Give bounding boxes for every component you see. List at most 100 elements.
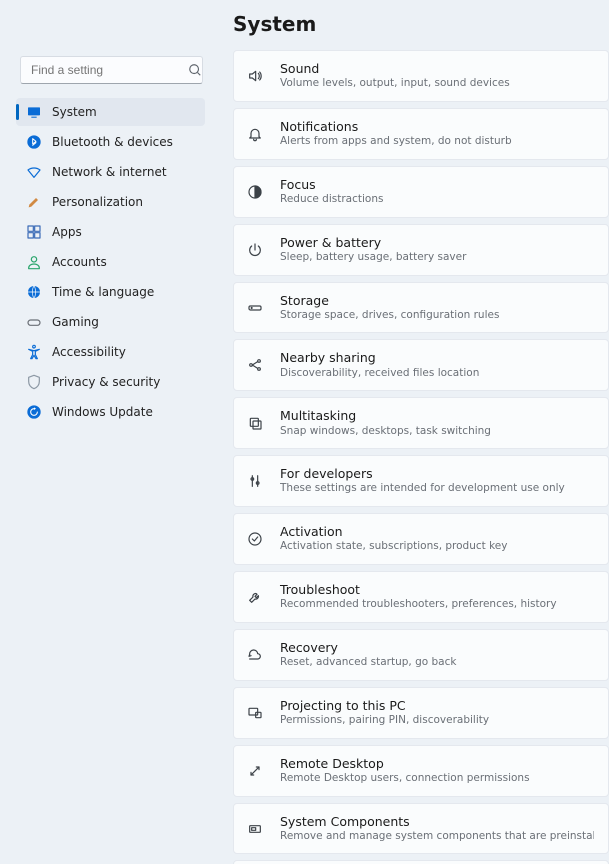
- sidebar-item-time[interactable]: Time & language: [16, 278, 205, 306]
- bell-icon: [246, 125, 264, 143]
- setting-troubleshoot[interactable]: TroubleshootRecommended troubleshooters,…: [233, 571, 609, 623]
- sidebar-item-label: Apps: [52, 225, 82, 239]
- setting-subtitle: Remote Desktop users, connection permiss…: [280, 772, 594, 786]
- setting-title: System Components: [280, 814, 594, 830]
- setting-subtitle: Permissions, pairing PIN, discoverabilit…: [280, 714, 594, 728]
- setting-project[interactable]: Projecting to this PCPermissions, pairin…: [233, 687, 609, 739]
- setting-subtitle: Activation state, subscriptions, product…: [280, 540, 594, 554]
- setting-title: Activation: [280, 524, 594, 540]
- setting-title: For developers: [280, 466, 594, 482]
- setting-text: MultitaskingSnap windows, desktops, task…: [280, 408, 594, 438]
- setting-activation[interactable]: ActivationActivation state, subscription…: [233, 513, 609, 565]
- search-icon: [188, 63, 202, 77]
- remote-icon: [246, 762, 264, 780]
- setting-recovery[interactable]: RecoveryReset, advanced startup, go back: [233, 629, 609, 681]
- setting-notifications[interactable]: NotificationsAlerts from apps and system…: [233, 108, 609, 160]
- setting-remote[interactable]: Remote DesktopRemote Desktop users, conn…: [233, 745, 609, 797]
- setting-subtitle: Reduce distractions: [280, 193, 594, 207]
- sidebar-nav: System Bluetooth & devices Network & inter…: [6, 98, 209, 426]
- power-icon: [246, 241, 264, 259]
- search-input[interactable]: [29, 62, 188, 78]
- sidebar-item-gaming[interactable]: Gaming: [16, 308, 205, 336]
- sidebar: System Bluetooth & devices Network & inter…: [0, 0, 215, 864]
- setting-subtitle: These settings are intended for developm…: [280, 482, 594, 496]
- update-icon: [26, 404, 42, 420]
- check-circle-icon: [246, 530, 264, 548]
- sidebar-item-label: Privacy & security: [52, 375, 160, 389]
- setting-title: Troubleshoot: [280, 582, 594, 598]
- setting-text: Projecting to this PCPermissions, pairin…: [280, 698, 594, 728]
- globe-icon: [26, 284, 42, 300]
- setting-nearby[interactable]: Nearby sharingDiscoverability, received …: [233, 339, 609, 391]
- project-icon: [246, 704, 264, 722]
- wrench-icon: [246, 588, 264, 606]
- bluetooth-icon: [26, 134, 42, 150]
- accessibility-icon: [26, 344, 42, 360]
- system-icon: [26, 104, 42, 120]
- sidebar-item-label: Network & internet: [52, 165, 167, 179]
- paint-icon: [26, 194, 42, 210]
- sidebar-item-apps[interactable]: Apps: [16, 218, 205, 246]
- sidebar-item-privacy[interactable]: Privacy & security: [16, 368, 205, 396]
- setting-title: Recovery: [280, 640, 594, 656]
- share-icon: [246, 356, 264, 374]
- apps-icon: [26, 224, 42, 240]
- shield-icon: [26, 374, 42, 390]
- sidebar-item-label: Personalization: [52, 195, 143, 209]
- components-icon: [246, 820, 264, 838]
- setting-sound[interactable]: SoundVolume levels, output, input, sound…: [233, 50, 609, 102]
- sidebar-item-network[interactable]: Network & internet: [16, 158, 205, 186]
- sidebar-item-label: Windows Update: [52, 405, 153, 419]
- setting-components[interactable]: System ComponentsRemove and manage syste…: [233, 803, 609, 855]
- setting-clipboard[interactable]: ClipboardCut and copy history, sync, cle…: [233, 860, 609, 864]
- setting-subtitle: Volume levels, output, input, sound devi…: [280, 77, 594, 91]
- setting-title: Multitasking: [280, 408, 594, 424]
- sidebar-item-label: Accessibility: [52, 345, 126, 359]
- setting-text: Remote DesktopRemote Desktop users, conn…: [280, 756, 594, 786]
- setting-title: Focus: [280, 177, 594, 193]
- sidebar-item-system[interactable]: System: [16, 98, 205, 126]
- setting-text: Power & batterySleep, battery usage, bat…: [280, 235, 594, 265]
- setting-text: StorageStorage space, drives, configurat…: [280, 293, 594, 323]
- setting-subtitle: Storage space, drives, configuration rul…: [280, 309, 594, 323]
- gamepad-icon: [26, 314, 42, 330]
- setting-subtitle: Recommended troubleshooters, preferences…: [280, 598, 594, 612]
- main-panel: System SoundVolume levels, output, input…: [215, 0, 609, 864]
- page-title: System: [233, 12, 591, 36]
- sidebar-item-label: Time & language: [52, 285, 154, 299]
- sidebar-item-accessibility[interactable]: Accessibility: [16, 338, 205, 366]
- storage-icon: [246, 299, 264, 317]
- sidebar-item-update[interactable]: Windows Update: [16, 398, 205, 426]
- search-box[interactable]: [20, 56, 203, 84]
- sidebar-item-bluetooth[interactable]: Bluetooth & devices: [16, 128, 205, 156]
- setting-multitask[interactable]: MultitaskingSnap windows, desktops, task…: [233, 397, 609, 449]
- setting-text: FocusReduce distractions: [280, 177, 594, 207]
- sidebar-item-label: Bluetooth & devices: [52, 135, 173, 149]
- setting-text: SoundVolume levels, output, input, sound…: [280, 61, 594, 91]
- setting-power[interactable]: Power & batterySleep, battery usage, bat…: [233, 224, 609, 276]
- setting-subtitle: Sleep, battery usage, battery saver: [280, 251, 594, 265]
- sidebar-item-label: System: [52, 105, 97, 119]
- wifi-icon: [26, 164, 42, 180]
- sidebar-item-label: Gaming: [52, 315, 99, 329]
- setting-title: Notifications: [280, 119, 594, 135]
- setting-text: NotificationsAlerts from apps and system…: [280, 119, 594, 149]
- sidebar-item-label: Accounts: [52, 255, 107, 269]
- setting-developers[interactable]: For developersThese settings are intende…: [233, 455, 609, 507]
- sidebar-item-accounts[interactable]: Accounts: [16, 248, 205, 276]
- setting-title: Projecting to this PC: [280, 698, 594, 714]
- setting-focus[interactable]: FocusReduce distractions: [233, 166, 609, 218]
- setting-text: RecoveryReset, advanced startup, go back: [280, 640, 594, 670]
- sidebar-item-personalize[interactable]: Personalization: [16, 188, 205, 216]
- person-icon: [26, 254, 42, 270]
- settings-list: SoundVolume levels, output, input, sound…: [215, 50, 609, 864]
- setting-text: Nearby sharingDiscoverability, received …: [280, 350, 594, 380]
- setting-storage[interactable]: StorageStorage space, drives, configurat…: [233, 282, 609, 334]
- dev-icon: [246, 472, 264, 490]
- settings-window: System Bluetooth & devices Network & inter…: [0, 0, 609, 864]
- setting-text: ActivationActivation state, subscription…: [280, 524, 594, 554]
- setting-subtitle: Snap windows, desktops, task switching: [280, 425, 594, 439]
- setting-subtitle: Remove and manage system components that…: [280, 830, 594, 844]
- multitask-icon: [246, 414, 264, 432]
- setting-text: System ComponentsRemove and manage syste…: [280, 814, 594, 844]
